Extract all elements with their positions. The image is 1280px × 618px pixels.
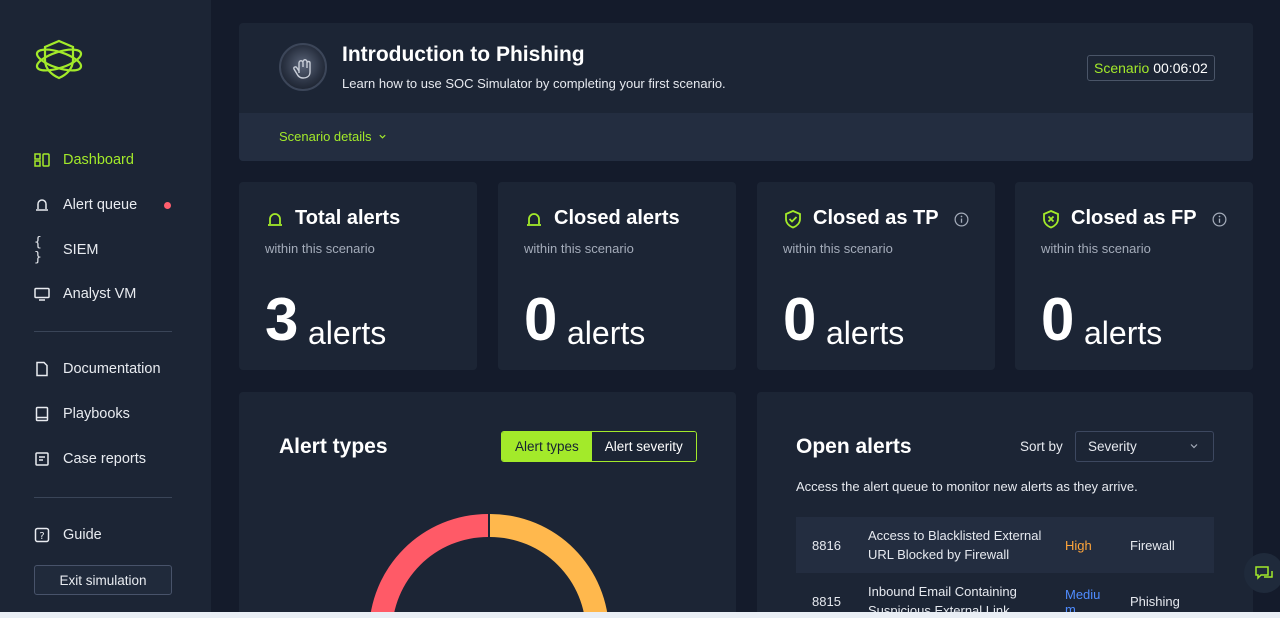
- info-icon[interactable]: [1212, 212, 1227, 227]
- sidebar-item-playbooks[interactable]: Playbooks: [34, 406, 130, 422]
- scenario-timer: Scenario 00:06:02: [1087, 55, 1215, 81]
- chat-support-button[interactable]: [1244, 553, 1280, 593]
- stat-unit: alerts: [567, 315, 646, 351]
- scenario-details-bar: [239, 113, 1253, 161]
- stat-value: 0: [1041, 286, 1075, 353]
- sidebar-item-dashboard[interactable]: Dashboard: [34, 152, 134, 168]
- book-icon: [34, 406, 50, 422]
- sidebar: Dashboard Alert queue { } SIEM Analyst V…: [0, 0, 211, 618]
- open-alerts-card: Open alerts Sort by Severity Access the …: [757, 392, 1253, 618]
- sidebar-item-label: Documentation: [63, 361, 161, 377]
- alert-name: Access to Blacklisted External URL Block…: [868, 528, 1042, 562]
- stat-title: Closed as FP: [1071, 207, 1197, 229]
- stat-subtitle: within this scenario: [524, 241, 634, 256]
- stat-unit: alerts: [1084, 315, 1163, 351]
- scenario-title: Introduction to Phishing: [342, 43, 585, 66]
- window-bottom-edge: [0, 612, 1280, 618]
- document-icon: [34, 361, 50, 377]
- sort-value: Severity: [1088, 439, 1137, 454]
- chat-icon: [1255, 566, 1273, 580]
- exit-simulation-button[interactable]: Exit simulation: [34, 565, 172, 595]
- soc-logo-icon: [35, 39, 83, 80]
- toggle-alert-severity[interactable]: Alert severity: [591, 432, 696, 461]
- donut-segment-red: [370, 514, 488, 618]
- sidebar-divider: [34, 331, 172, 332]
- sidebar-item-analyst-vm[interactable]: Analyst VM: [34, 286, 136, 302]
- stat-card-closed-fp: Closed as FP within this scenario 0 aler…: [1015, 182, 1253, 370]
- scenario-header: Introduction to Phishing Learn how to us…: [239, 23, 1253, 161]
- alert-category: Firewall: [1130, 537, 1175, 553]
- sort-select[interactable]: Severity: [1075, 431, 1214, 462]
- svg-text:?: ?: [39, 531, 44, 542]
- alert-id: 8816: [812, 537, 841, 553]
- notification-dot: [164, 202, 171, 209]
- open-alerts-description: Access the alert queue to monitor new al…: [796, 479, 1138, 494]
- scenario-icon: [279, 43, 327, 91]
- alert-types-card: Alert types Alert types Alert severity: [239, 392, 736, 618]
- dashboard-icon: [34, 152, 50, 168]
- donut-segment-orange: [490, 514, 608, 618]
- sidebar-item-documentation[interactable]: Documentation: [34, 361, 161, 377]
- alert-siren-icon: [268, 213, 282, 226]
- sidebar-item-siem[interactable]: { } SIEM: [34, 235, 99, 265]
- sidebar-item-guide[interactable]: ? Guide: [34, 527, 102, 543]
- stat-subtitle: within this scenario: [783, 241, 893, 256]
- alert-category: Phishing: [1130, 594, 1180, 609]
- sidebar-item-label: Analyst VM: [63, 286, 137, 302]
- stat-unit: alerts: [308, 315, 387, 351]
- scenario-details-link[interactable]: Scenario details: [279, 129, 387, 144]
- alert-siren-icon: [527, 213, 541, 226]
- question-icon: ?: [34, 527, 50, 543]
- timer-value: 00:06:02: [1153, 60, 1208, 76]
- timer-label: Scenario: [1094, 60, 1150, 76]
- scenario-details-label: Scenario details: [279, 129, 372, 144]
- stat-card-closed-alerts: Closed alerts within this scenario 0 ale…: [498, 182, 736, 370]
- stat-value: 0: [524, 286, 558, 353]
- alert-severity: High: [1065, 537, 1092, 553]
- sidebar-item-label: Alert queue: [63, 197, 138, 213]
- sidebar-item-alert-queue[interactable]: Alert queue: [34, 197, 137, 213]
- sidebar-divider: [34, 497, 172, 498]
- sidebar-item-label: Guide: [63, 527, 102, 543]
- alert-types-donut: [370, 514, 608, 618]
- shield-check-icon: [785, 210, 801, 229]
- stat-value: 0: [783, 286, 817, 353]
- stat-subtitle: within this scenario: [1041, 241, 1151, 256]
- stat-card-closed-tp: Closed as TP within this scenario 0 aler…: [757, 182, 995, 370]
- braces-icon: { }: [34, 235, 42, 265]
- stat-unit: alerts: [826, 315, 905, 351]
- stat-card-total-alerts: Total alerts within this scenario 3 aler…: [239, 182, 477, 370]
- monitor-icon: [34, 286, 50, 302]
- alert-queue-icon: [34, 197, 50, 213]
- sidebar-item-label: Dashboard: [63, 152, 134, 168]
- info-icon[interactable]: [954, 212, 969, 227]
- alert-types-title: Alert types: [279, 435, 388, 458]
- report-icon: [34, 451, 50, 467]
- toggle-alert-types[interactable]: Alert types: [502, 432, 592, 461]
- open-alerts-title: Open alerts: [796, 435, 912, 458]
- alert-row[interactable]: 8816 Access to Blacklisted External URL …: [796, 517, 1214, 573]
- scenario-subtitle: Learn how to use SOC Simulator by comple…: [342, 76, 726, 91]
- chevron-down-icon: [379, 134, 386, 139]
- stat-value: 3: [265, 286, 299, 353]
- shield-x-icon: [1043, 210, 1059, 229]
- stat-title: Closed alerts: [554, 207, 680, 229]
- chevron-down-icon: [1190, 444, 1198, 449]
- sidebar-item-label: Playbooks: [63, 406, 130, 422]
- sidebar-item-label: SIEM: [63, 242, 99, 258]
- sidebar-item-case-reports[interactable]: Case reports: [34, 451, 146, 467]
- stat-title: Total alerts: [295, 207, 401, 229]
- stat-title: Closed as TP: [813, 207, 939, 229]
- sidebar-item-label: Case reports: [63, 451, 147, 467]
- alert-id: 8815: [812, 594, 841, 609]
- sort-label: Sort by: [1020, 439, 1063, 454]
- stat-subtitle: within this scenario: [265, 241, 375, 256]
- chart-toggle: Alert types Alert severity: [501, 431, 697, 462]
